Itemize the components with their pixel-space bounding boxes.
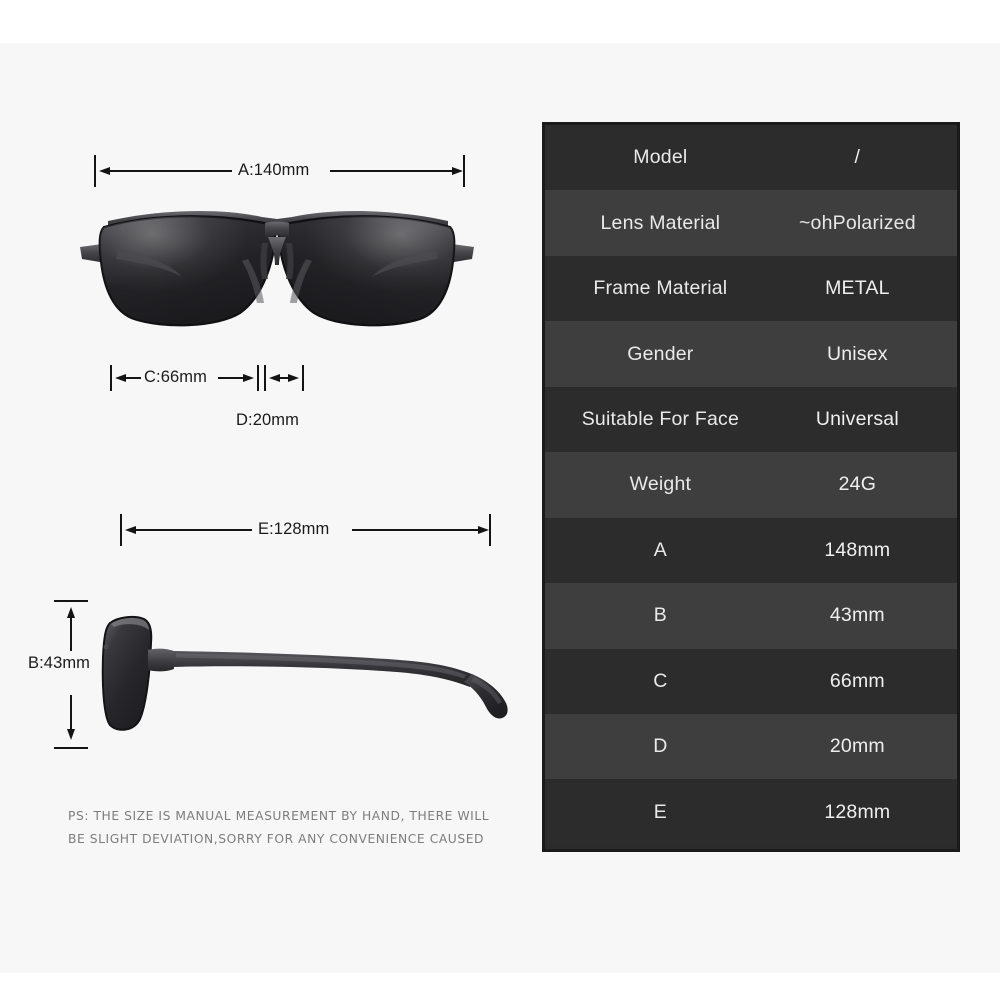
table-row: B 43mm	[545, 583, 957, 649]
spec-key-a: A	[653, 538, 667, 561]
dimension-e-endcap-left	[120, 514, 122, 546]
dimension-b-rule-bottom	[70, 695, 72, 729]
spec-value-a: 148mm	[824, 538, 891, 561]
table-row: C 66mm	[545, 648, 957, 714]
dimension-c-rule-left	[126, 377, 141, 379]
dimension-b-endcap-top	[54, 600, 88, 602]
illustration-column: A:140mm C:66mm D:20mm E:128mm B:43mm PS:…	[0, 43, 520, 973]
size-chart-page: A:140mm C:66mm D:20mm E:128mm B:43mm PS:…	[0, 0, 1000, 1000]
table-row: D 20mm	[545, 713, 957, 780]
sunglasses-side-view	[92, 595, 512, 735]
dimension-e-label: E:128mm	[258, 520, 330, 538]
dimension-d-endcap-right	[302, 365, 304, 391]
spec-value-frame-material: METAL	[825, 277, 890, 300]
spec-key-suitable-for-face: Suitable For Face	[581, 407, 740, 430]
dimension-e-arrowhead-right	[478, 525, 489, 534]
spec-key-model: Model	[633, 146, 688, 169]
dimension-b-rule-top	[70, 618, 72, 651]
dimension-b-arrowhead-bottom	[66, 729, 75, 740]
dimension-c-arrowhead-left	[115, 373, 126, 382]
spec-key-frame-material: Frame Material	[593, 277, 728, 300]
dimension-a-arrowhead-right	[452, 166, 463, 175]
dimension-e-rule-left	[136, 529, 252, 531]
dimension-c-endcap-right	[257, 365, 259, 391]
dimension-c-arrowhead-right	[243, 373, 254, 382]
table-row: Gender Unisex	[545, 321, 957, 387]
dimension-d-rule	[280, 377, 288, 379]
spec-value-e: 128mm	[824, 800, 891, 823]
dimension-c-rule-right	[218, 377, 243, 379]
dimension-a-label: A:140mm	[238, 161, 310, 179]
spec-key-e: E	[653, 800, 667, 823]
disclaimer-line-2: BE SLIGHT DEVIATION,SORRY FOR ANY CONVEN…	[68, 832, 485, 846]
dimension-b-endcap-bottom	[54, 747, 88, 749]
dimension-b-arrowhead-top	[66, 607, 75, 618]
spec-key-lens-material: Lens Material	[600, 211, 721, 234]
table-row: Suitable For Face Universal	[545, 386, 957, 453]
table-row: A 148mm	[545, 517, 957, 584]
dimension-e-arrowhead-left	[125, 525, 136, 534]
dimension-a-endcap-right	[463, 155, 465, 187]
dimension-a-rule-right	[330, 170, 452, 172]
table-row: Frame Material METAL	[545, 255, 957, 322]
dimension-e-rule-right	[352, 529, 478, 531]
table-row: E 128mm	[545, 779, 957, 845]
specification-table: Model / Lens Material ~ohPolarized Frame…	[542, 122, 960, 852]
dimension-a-arrowhead-left	[99, 166, 110, 175]
dimension-e-endcap-right	[489, 514, 491, 546]
spec-value-c: 66mm	[829, 669, 885, 692]
table-row: Weight 24G	[545, 452, 957, 518]
measurement-disclaimer: PS: THE SIZE IS MANUAL MEASUREMENT BY HA…	[68, 805, 498, 851]
dimension-a-endcap-left	[94, 155, 96, 187]
table-row: Lens Material ~ohPolarized	[545, 190, 957, 256]
dimension-d-arrowhead-right	[288, 373, 299, 382]
spec-value-suitable-for-face: Universal	[815, 407, 899, 430]
spec-key-d: D	[653, 735, 668, 758]
spec-value-d: 20mm	[829, 735, 885, 758]
spec-value-model: /	[854, 146, 861, 169]
spec-value-weight: 24G	[838, 473, 877, 496]
spec-key-c: C	[653, 669, 668, 692]
disclaimer-line-1: PS: THE SIZE IS MANUAL MEASUREMENT BY HA…	[68, 809, 490, 823]
spec-value-gender: Unisex	[826, 342, 888, 365]
dimension-c-label: C:66mm	[144, 368, 207, 386]
dimension-b-label: B:43mm	[28, 654, 91, 672]
spec-key-gender: Gender	[627, 342, 694, 365]
spec-value-lens-material: ~ohPolarized	[798, 211, 916, 234]
table-row: Model /	[545, 125, 957, 191]
dimension-a-rule-left	[110, 170, 232, 172]
sunglasses-front-view	[72, 203, 482, 343]
dimension-c-endcap-left	[110, 365, 112, 391]
spec-key-b: B	[653, 604, 667, 627]
dimension-d-arrowhead-left	[269, 373, 280, 382]
spec-key-weight: Weight	[629, 473, 692, 496]
dimension-d-label: D:20mm	[236, 411, 299, 429]
dimension-d-endcap-left	[264, 365, 266, 391]
spec-value-b: 43mm	[829, 604, 885, 627]
